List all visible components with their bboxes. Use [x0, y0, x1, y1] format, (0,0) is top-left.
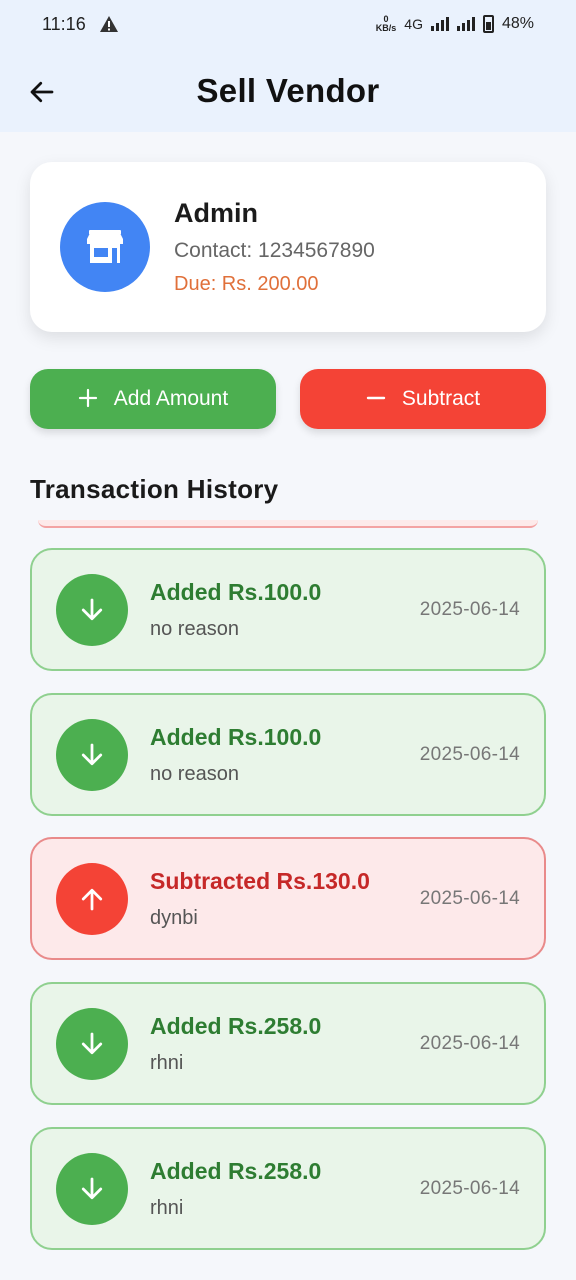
transaction-reason: rhni: [150, 1196, 184, 1219]
vendor-avatar: [60, 202, 150, 292]
network-speed: 0 KB/s: [375, 14, 397, 33]
signal-icon-2: [456, 17, 475, 31]
transaction-date: 2025-06-14: [419, 887, 520, 909]
warning-triangle-icon: [99, 16, 118, 32]
vendor-info: Admin Contact: 1234567890 Due: Rs. 200.0…: [174, 198, 375, 296]
vendor-due: Due: Rs. 200.00: [174, 273, 319, 295]
add-amount-label: Add Amount: [113, 387, 229, 410]
transaction-date: 2025-06-14: [419, 598, 520, 620]
battery-icon: [482, 15, 494, 33]
status-bar: 11:16 0 KB/s 4G 48%: [0, 0, 576, 48]
list-item-partial: [38, 520, 538, 528]
transaction-reason: no reason: [150, 617, 239, 640]
transaction-title: Added Rs.100.0: [150, 578, 322, 605]
page-title: Sell Vendor: [196, 72, 380, 109]
transaction-reason: no reason: [150, 762, 239, 785]
arrow-up-icon: [56, 862, 128, 935]
transaction-body: Added Rs.100.0 no reason: [150, 724, 420, 786]
battery-percent: 48%: [501, 15, 534, 32]
transaction-title: Subtracted Rs.130.0: [150, 867, 370, 894]
status-time: 11:16: [42, 13, 86, 34]
arrow-down-icon: [56, 1007, 128, 1080]
list-item[interactable]: Added Rs.258.0 rhni 2025-06-14: [30, 1127, 546, 1250]
toolbar: Sell Vendor: [0, 52, 576, 130]
list-item[interactable]: Subtracted Rs.130.0 dynbi 2025-06-14: [30, 837, 546, 960]
transaction-history-title: Transaction History: [30, 474, 279, 504]
transaction-title: Added Rs.258.0: [150, 1157, 322, 1184]
transaction-list[interactable]: Added Rs.100.0 no reason 2025-06-14 Adde…: [0, 520, 576, 1260]
transaction-date: 2025-06-14: [419, 743, 520, 765]
transaction-reason: rhni: [150, 1051, 184, 1074]
vendor-card: Admin Contact: 1234567890 Due: Rs. 200.0…: [30, 162, 546, 332]
transaction-title: Added Rs.100.0: [150, 723, 322, 750]
arrow-left-icon: [30, 81, 54, 103]
list-item[interactable]: Added Rs.258.0 rhni 2025-06-14: [30, 982, 546, 1105]
list-item[interactable]: Added Rs.100.0 no reason 2025-06-14: [30, 548, 546, 671]
arrow-down-icon: [56, 573, 128, 646]
plus-icon: [78, 385, 98, 413]
list-item[interactable]: Added Rs.100.0 no reason 2025-06-14: [30, 693, 546, 816]
vendor-name: Admin: [174, 198, 258, 228]
transaction-date: 2025-06-14: [419, 1032, 520, 1054]
status-left: 11:16: [42, 14, 118, 35]
add-amount-button[interactable]: Add Amount: [30, 369, 276, 429]
transaction-title: Added Rs.258.0: [150, 1012, 322, 1039]
arrow-down-icon: [56, 718, 128, 791]
transaction-reason: dynbi: [150, 906, 198, 929]
subtract-label: Subtract: [401, 387, 481, 410]
network-type: 4G: [404, 16, 423, 32]
back-button[interactable]: [24, 74, 60, 110]
signal-icon: [430, 17, 449, 31]
transaction-date: 2025-06-14: [419, 1177, 520, 1199]
arrow-down-icon: [56, 1152, 128, 1225]
subtract-button[interactable]: Subtract: [300, 369, 546, 429]
status-right: 0 KB/s 4G 48%: [376, 15, 534, 33]
transaction-body: Added Rs.100.0 no reason: [150, 579, 420, 641]
transaction-body: Subtracted Rs.130.0 dynbi: [150, 868, 420, 930]
vendor-contact: Contact: 1234567890: [174, 239, 375, 262]
transaction-body: Added Rs.258.0 rhni: [150, 1158, 420, 1220]
store-icon: [87, 230, 123, 263]
minus-icon: [366, 385, 386, 413]
transaction-body: Added Rs.258.0 rhni: [150, 1013, 420, 1075]
